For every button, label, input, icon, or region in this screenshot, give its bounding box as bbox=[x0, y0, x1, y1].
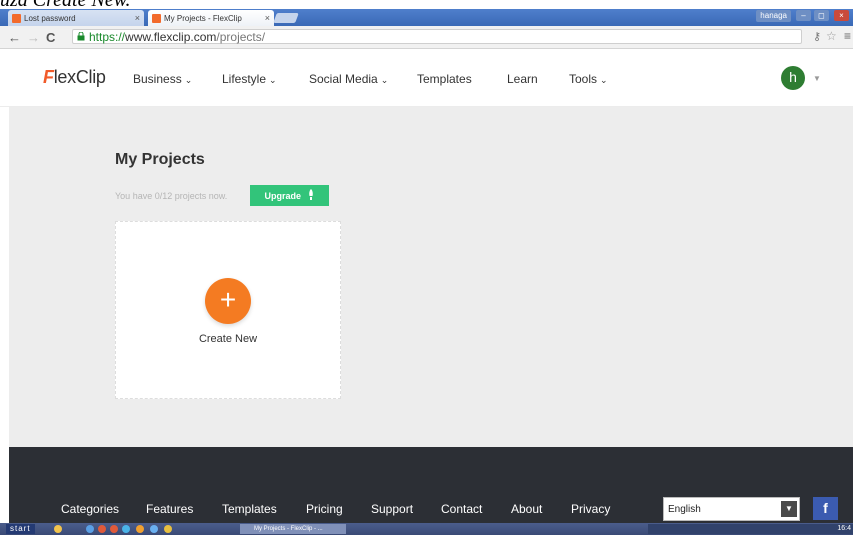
account-caret-icon[interactable]: ▼ bbox=[813, 74, 821, 83]
plus-icon[interactable]: + bbox=[205, 278, 251, 324]
quicklaunch-icon[interactable] bbox=[150, 525, 158, 533]
restore-window-button[interactable]: ◻ bbox=[814, 10, 829, 21]
nav-templates[interactable]: Templates bbox=[417, 72, 472, 86]
language-select[interactable]: English ▼ bbox=[663, 497, 800, 521]
flexclip-favicon-icon bbox=[152, 13, 161, 23]
footer-link-privacy[interactable]: Privacy bbox=[571, 502, 610, 516]
lock-icon bbox=[77, 32, 85, 41]
chevron-down-icon: ⌄ bbox=[184, 75, 193, 85]
footer-link-about[interactable]: About bbox=[511, 502, 542, 516]
quicklaunch-icon[interactable] bbox=[98, 525, 106, 533]
url-host: www.flexclip.com bbox=[125, 30, 217, 44]
back-arrow-icon[interactable]: ← bbox=[8, 30, 21, 45]
tab-my-projects[interactable]: My Projects - FlexClip × bbox=[148, 10, 274, 26]
clock: 16:4 bbox=[837, 525, 851, 532]
rocket-icon bbox=[308, 189, 313, 200]
quicklaunch-icon[interactable] bbox=[86, 525, 94, 533]
nav-business[interactable]: Business ⌄ bbox=[133, 72, 192, 86]
system-tray: 16:4 bbox=[648, 524, 853, 534]
nav-social-media[interactable]: Social Media ⌄ bbox=[309, 72, 388, 86]
quicklaunch-icon[interactable] bbox=[136, 525, 144, 533]
chevron-down-icon: ⌄ bbox=[380, 75, 389, 85]
quicklaunch-icon[interactable] bbox=[122, 525, 130, 533]
nav-tools[interactable]: Tools ⌄ bbox=[569, 72, 608, 86]
site-header: FlexClip Business ⌄ Lifestyle ⌄ Social Med… bbox=[0, 49, 853, 107]
bookmark-star-icon[interactable]: ☆ bbox=[826, 29, 837, 43]
address-bar[interactable]: https://www.flexclip.com/projects/ bbox=[72, 29, 802, 44]
key-icon[interactable]: ⚷ bbox=[813, 30, 821, 43]
quicklaunch-icon[interactable] bbox=[54, 525, 62, 533]
dropdown-arrow-icon: ▼ bbox=[781, 501, 797, 517]
start-button[interactable]: start bbox=[6, 524, 35, 534]
nav-learn[interactable]: Learn bbox=[507, 72, 538, 86]
footer-link-contact[interactable]: Contact bbox=[441, 502, 482, 516]
minimize-window-button[interactable]: – bbox=[796, 10, 811, 21]
facebook-icon[interactable]: f bbox=[813, 497, 838, 520]
tab-label: Lost password bbox=[24, 13, 76, 23]
footer-link-pricing[interactable]: Pricing bbox=[306, 502, 343, 516]
chevron-down-icon: ⌄ bbox=[600, 75, 608, 85]
footer-link-templates[interactable]: Templates bbox=[222, 502, 277, 516]
new-tab-button[interactable] bbox=[273, 13, 299, 23]
page-title: My Projects bbox=[115, 151, 205, 168]
url-path: /projects/ bbox=[216, 30, 266, 44]
browser-toolbar: ← → C https://www.flexclip.com/projects/… bbox=[0, 26, 853, 49]
taskbar-task-chrome[interactable]: My Projects - FlexClip - ... bbox=[240, 524, 346, 534]
chrome-menu-icon[interactable]: ≡ bbox=[844, 29, 851, 43]
browser-user-badge[interactable]: hanaga bbox=[756, 10, 791, 22]
quicklaunch-icon[interactable] bbox=[164, 525, 172, 533]
avatar[interactable]: h bbox=[781, 66, 805, 90]
footer-link-support[interactable]: Support bbox=[371, 502, 413, 516]
close-tab-icon[interactable]: × bbox=[135, 13, 140, 23]
project-quota-text: You have 0/12 projects now. bbox=[115, 191, 228, 201]
tab-label: My Projects - FlexClip bbox=[164, 13, 242, 23]
forward-arrow-icon[interactable]: → bbox=[27, 30, 40, 45]
url-scheme: https:// bbox=[89, 30, 126, 44]
close-window-button[interactable]: × bbox=[834, 10, 849, 21]
create-new-label[interactable]: Create New bbox=[115, 333, 341, 345]
flexclip-logo[interactable]: FlexClip bbox=[43, 67, 106, 88]
footer-link-categories[interactable]: Categories bbox=[61, 502, 119, 516]
reload-icon[interactable]: C bbox=[46, 30, 55, 45]
browser-tab-strip: Lost password × My Projects - FlexClip ×… bbox=[0, 9, 853, 26]
chevron-down-icon: ⌄ bbox=[269, 75, 277, 85]
footer-link-features[interactable]: Features bbox=[146, 502, 193, 516]
upgrade-button[interactable]: Upgrade bbox=[250, 185, 329, 206]
quicklaunch-icon[interactable] bbox=[110, 525, 118, 533]
windows-taskbar: start My Projects - FlexClip - ... 16:4 bbox=[0, 523, 853, 535]
flexclip-favicon-icon bbox=[12, 13, 21, 23]
nav-lifestyle[interactable]: Lifestyle ⌄ bbox=[222, 72, 277, 86]
image-caption: uza Create New. bbox=[0, 0, 131, 11]
tab-lost-password[interactable]: Lost password × bbox=[8, 10, 144, 26]
close-tab-icon[interactable]: × bbox=[265, 13, 270, 23]
